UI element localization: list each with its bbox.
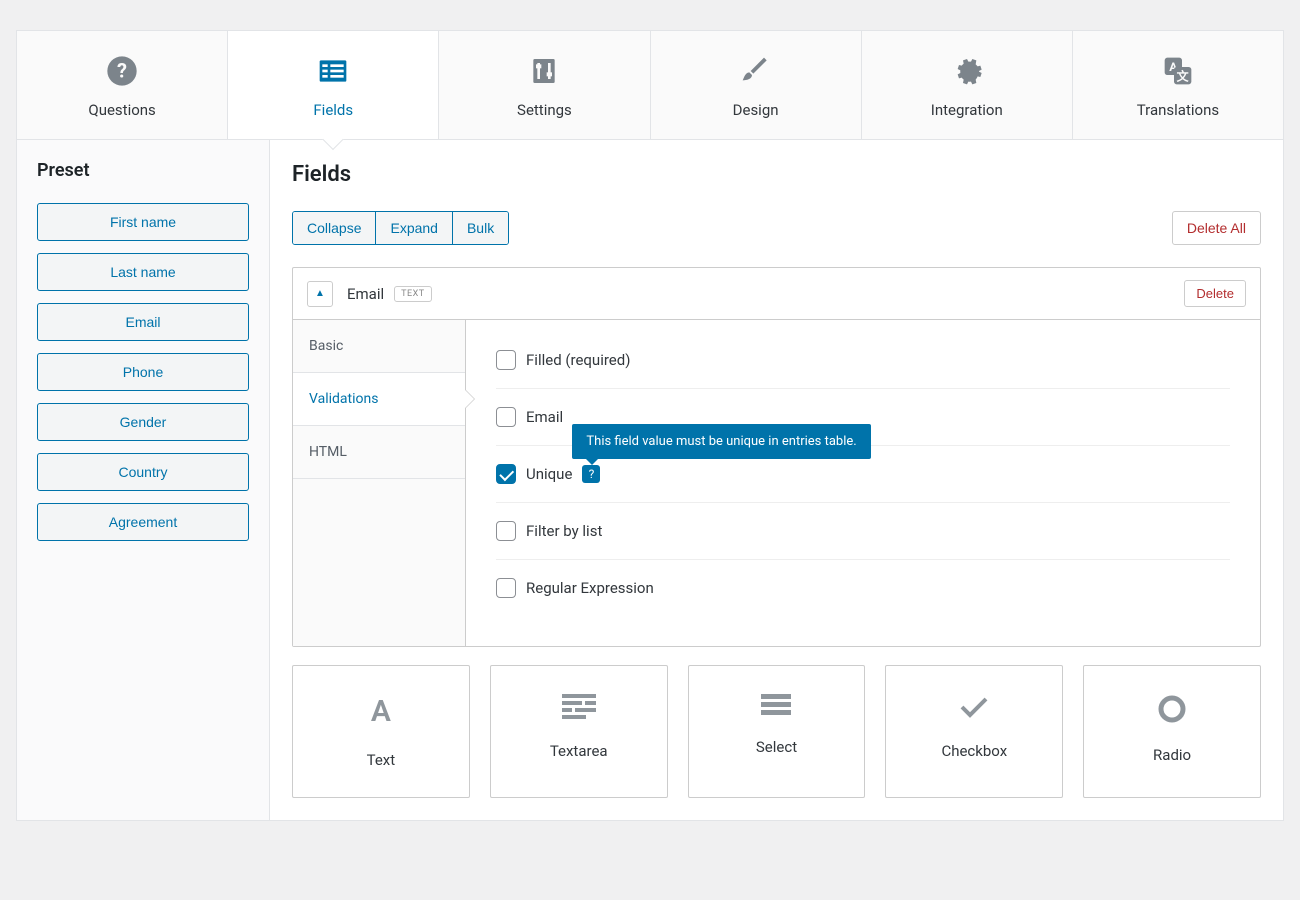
checkbox-type-icon — [959, 694, 989, 720]
validation-filled-row: Filled (required) — [496, 332, 1230, 389]
svg-text:文: 文 — [1177, 68, 1190, 83]
tab-label: Fields — [313, 101, 353, 119]
preset-last-name[interactable]: Last name — [37, 253, 249, 291]
main-panel: ? Questions Fields Settings Design Integ… — [16, 30, 1284, 821]
delete-all-button[interactable]: Delete All — [1172, 211, 1261, 245]
tooltip: This field value must be unique in entri… — [572, 424, 870, 459]
checkbox-filter[interactable] — [496, 521, 516, 541]
checkbox-label: Unique — [526, 465, 572, 483]
tab-translations[interactable]: A文 Translations — [1073, 31, 1283, 139]
tab-label: Integration — [931, 101, 1003, 119]
preset-agreement[interactable]: Agreement — [37, 503, 249, 541]
page-title: Fields — [292, 162, 1261, 187]
validation-filter-row: Filter by list — [496, 503, 1230, 560]
type-label: Text — [367, 751, 396, 769]
sliders-icon — [528, 55, 560, 87]
field-type-badge: TEXT — [394, 286, 432, 302]
preset-gender[interactable]: Gender — [37, 403, 249, 441]
checkbox-email[interactable] — [496, 407, 516, 427]
select-type-icon — [761, 694, 791, 716]
type-text[interactable]: A Text — [292, 665, 470, 798]
tab-design[interactable]: Design — [651, 31, 862, 139]
text-type-icon: A — [293, 694, 469, 729]
field-header: ▲ Email TEXT Delete — [293, 268, 1260, 319]
side-tabs: Basic Validations HTML — [293, 320, 466, 646]
translate-icon: A文 — [1162, 55, 1194, 87]
preset-country[interactable]: Country — [37, 453, 249, 491]
checkbox-label: Email — [526, 408, 563, 426]
checkbox-filled[interactable] — [496, 350, 516, 370]
tab-label: Translations — [1137, 101, 1219, 119]
type-radio[interactable]: Radio — [1083, 665, 1261, 798]
checkbox-unique[interactable] — [496, 464, 516, 484]
field-name: Email — [347, 285, 384, 303]
type-checkbox[interactable]: Checkbox — [885, 665, 1063, 798]
radio-type-icon — [1157, 694, 1187, 724]
collapse-toggle[interactable]: ▲ — [307, 281, 333, 307]
preset-phone[interactable]: Phone — [37, 353, 249, 391]
checkbox-label: Regular Expression — [526, 579, 654, 597]
delete-field-button[interactable]: Delete — [1184, 280, 1246, 307]
validation-regex-row: Regular Expression — [496, 560, 1230, 616]
expand-button[interactable]: Expand — [376, 212, 452, 244]
preset-sidebar: Preset First name Last name Email Phone … — [17, 140, 270, 820]
main-area: Fields Collapse Expand Bulk Delete All ▲… — [270, 140, 1283, 820]
field-types-row: A Text Textarea Select Checkbox Ra — [292, 665, 1261, 798]
type-label: Checkbox — [941, 742, 1007, 760]
checkbox-label: Filter by list — [526, 522, 602, 540]
checkbox-label: Filled (required) — [526, 351, 630, 369]
question-icon: ? — [106, 55, 138, 87]
type-textarea[interactable]: Textarea — [490, 665, 668, 798]
type-label: Textarea — [550, 742, 608, 760]
gear-icon — [951, 55, 983, 87]
view-button-group: Collapse Expand Bulk — [292, 211, 509, 245]
collapse-button[interactable]: Collapse — [293, 212, 376, 244]
panel-body: Preset First name Last name Email Phone … — [17, 140, 1283, 820]
side-tab-basic[interactable]: Basic — [293, 320, 465, 373]
textarea-type-icon — [562, 694, 596, 720]
field-card-email: ▲ Email TEXT Delete Basic Validations HT… — [292, 267, 1261, 647]
type-select[interactable]: Select — [688, 665, 866, 798]
tab-fields[interactable]: Fields — [228, 31, 439, 139]
help-icon[interactable]: ? — [582, 465, 600, 483]
help-wrapper: ? This field value must be unique in ent… — [582, 465, 600, 483]
svg-text:?: ? — [117, 59, 127, 83]
tab-questions[interactable]: ? Questions — [17, 31, 228, 139]
toolbar: Collapse Expand Bulk Delete All — [292, 211, 1261, 245]
bulk-button[interactable]: Bulk — [453, 212, 508, 244]
preset-email[interactable]: Email — [37, 303, 249, 341]
validations-panel: Filled (required) Email Unique ? This fi… — [466, 320, 1260, 646]
type-label: Select — [756, 738, 797, 756]
preset-first-name[interactable]: First name — [37, 203, 249, 241]
side-tab-validations[interactable]: Validations — [293, 373, 465, 426]
tab-label: Questions — [88, 101, 155, 119]
top-tabs: ? Questions Fields Settings Design Integ… — [17, 31, 1283, 140]
field-body: Basic Validations HTML Filled (required)… — [293, 319, 1260, 646]
tab-integration[interactable]: Integration — [862, 31, 1073, 139]
tab-settings[interactable]: Settings — [439, 31, 650, 139]
checkbox-regex[interactable] — [496, 578, 516, 598]
type-label: Radio — [1153, 746, 1191, 764]
grid-icon — [317, 55, 349, 87]
tab-label: Settings — [517, 101, 572, 119]
side-tab-html[interactable]: HTML — [293, 426, 465, 479]
brush-icon — [740, 55, 772, 87]
preset-title: Preset — [37, 160, 249, 181]
tab-label: Design — [733, 101, 779, 119]
validation-unique-row: Unique ? This field value must be unique… — [496, 446, 1230, 503]
